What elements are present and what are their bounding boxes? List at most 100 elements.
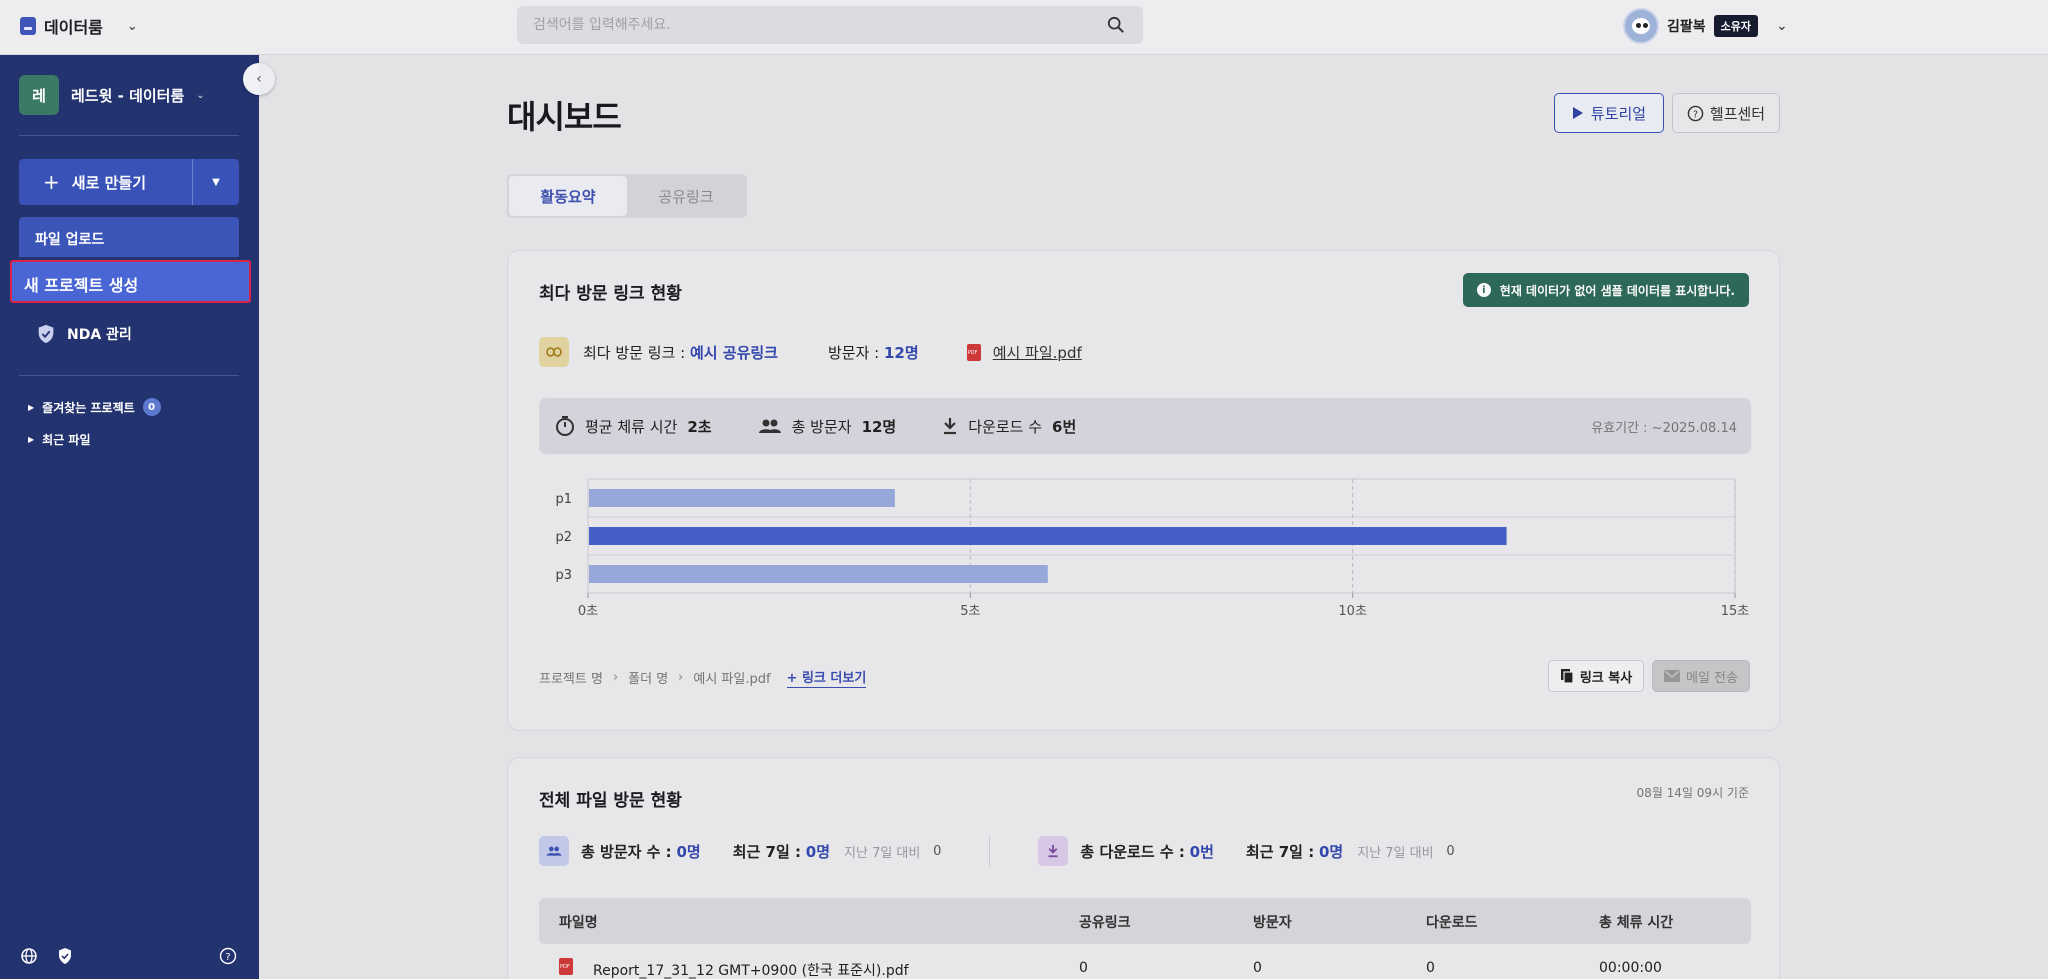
time-cell: 00:00:00 xyxy=(1599,960,1662,976)
shield-icon[interactable] xyxy=(56,947,74,965)
bar xyxy=(589,489,895,507)
app-name: 데이터룸 xyxy=(44,18,103,37)
new-button[interactable]: + 새로 만들기 xyxy=(19,159,193,205)
total-visitors-label: 총 방문자 수 : xyxy=(581,842,672,861)
chevron-down-icon[interactable]: ⌄ xyxy=(1776,18,1788,34)
menu-item-new-project[interactable]: 새 프로젝트 생성 xyxy=(10,260,251,303)
top-bar: 데이터룸 ⌄ 김팔복 소유자 ⌄ xyxy=(0,0,2048,55)
top-link-label: 최다 방문 링크 : xyxy=(583,343,686,362)
tutorial-label: 튜토리얼 xyxy=(1590,104,1647,123)
sidebar-item-favorites[interactable]: ▶ 즐겨찾는 프로젝트 0 xyxy=(28,398,161,416)
divider xyxy=(989,836,991,866)
visitors-cell: 0 xyxy=(1253,960,1262,976)
total-downloads-label: 총 다운로드 수 : xyxy=(1080,842,1185,861)
help-center-button[interactable]: ? 헬프센터 xyxy=(1672,93,1780,133)
chevron-left-icon: ‹ xyxy=(256,71,262,87)
app-switcher[interactable]: 데이터룸 ⌄ xyxy=(20,14,138,38)
recent7-downloads: 0명 xyxy=(1318,842,1344,861)
workspace-switcher[interactable]: 레 레드윗 - 데이터룸 ⌄ xyxy=(19,75,205,115)
x-tick-label: 15초 xyxy=(1721,604,1750,619)
download-icon xyxy=(944,418,957,435)
divider xyxy=(19,375,239,376)
valid-until: 유효기간 : ~2025.08.14 xyxy=(1591,420,1737,436)
search-box xyxy=(517,6,1143,44)
downloads-label: 다운로드 수 xyxy=(968,417,1043,436)
svg-text:?: ? xyxy=(1693,109,1698,120)
download-icon xyxy=(1038,836,1069,866)
link-icon xyxy=(539,337,569,367)
total-visitors-value: 0명 xyxy=(676,842,701,861)
user-menu[interactable]: 김팔복 소유자 ⌄ xyxy=(1623,8,1788,44)
shield-check-icon xyxy=(38,324,54,344)
sidebar-item-recent[interactable]: ▶ 최근 파일 xyxy=(28,431,91,448)
breadcrumb: 프로젝트 명 › 폴더 명 › 예시 파일.pdf + 링크 더보기 xyxy=(539,667,867,688)
menu-item-file-upload[interactable]: 파일 업로드 xyxy=(19,217,239,257)
avg-time-label: 평균 체류 시간 xyxy=(585,417,678,436)
breadcrumb-folder[interactable]: 폴더 명 xyxy=(628,668,668,687)
visit-time-bar-chart: 0초 5초 10초 15초 p1 p2 p3 xyxy=(555,478,1750,619)
send-mail-button[interactable]: 메일 전송 xyxy=(1652,660,1750,692)
chevron-down-icon: ⌄ xyxy=(196,89,205,101)
file-link[interactable]: 예시 파일.pdf xyxy=(993,342,1082,363)
more-links-button[interactable]: + 링크 더보기 xyxy=(786,667,867,688)
total-downloads-value: 0번 xyxy=(1189,842,1214,861)
globe-icon[interactable] xyxy=(20,947,38,965)
file-name-cell[interactable]: Report_17_31_12 GMT+0900 (한국 표준시).pdf xyxy=(593,960,909,979)
tab-bar: 활동요약 공유링크 xyxy=(507,174,747,218)
sidebar: 레 레드윗 - 데이터룸 ⌄ + 새로 만들기 ▼ 파일 업로드 새 프로젝트 … xyxy=(0,55,259,979)
total-visitors-value: 12명 xyxy=(861,417,897,436)
column-header[interactable]: 파일명 xyxy=(559,912,598,932)
column-header[interactable]: 총 체류 시간 xyxy=(1599,912,1673,932)
pdf-icon xyxy=(559,958,573,975)
column-header[interactable]: 다운로드 xyxy=(1426,912,1478,932)
total-visitors-stat: 총 방문자 12명 xyxy=(758,416,897,437)
card-title: 전체 파일 방문 현황 xyxy=(539,791,682,811)
prev7-visitors: 0 xyxy=(933,843,942,859)
search-input[interactable] xyxy=(533,6,1093,44)
notice-text: 현재 데이터가 없어 샘플 데이터를 표시합니다. xyxy=(1499,283,1735,298)
table-row[interactable]: Report_17_31_12 GMT+0900 (한국 표준시).pdf 0 … xyxy=(539,954,1751,979)
send-mail-label: 메일 전송 xyxy=(1686,670,1738,686)
chevron-down-icon: ⌄ xyxy=(126,18,138,34)
card-title: 최다 방문 링크 현황 xyxy=(539,284,682,304)
breadcrumb-project[interactable]: 프로젝트 명 xyxy=(539,668,603,687)
visitor-label: 방문자 : xyxy=(827,343,880,362)
sidebar-item-nda[interactable]: NDA 관리 xyxy=(35,323,132,345)
column-header[interactable]: 방문자 xyxy=(1253,912,1292,932)
column-header[interactable]: 공유링크 xyxy=(1079,912,1131,932)
help-center-label: 헬프센터 xyxy=(1709,104,1766,123)
page-title: 대시보드 xyxy=(507,98,622,136)
recent7-label: 최근 7일 : xyxy=(732,842,801,861)
category-label: p2 xyxy=(555,530,572,545)
stats-bar: 평균 체류 시간 2초 총 방문자 12명 다운로드 수 6번 유효기간 : ~… xyxy=(539,398,1751,454)
total-visitors-label: 총 방문자 xyxy=(791,417,852,436)
copy-link-button[interactable]: 링크 복사 xyxy=(1548,660,1644,692)
count-badge: 0 xyxy=(142,398,161,416)
help-icon[interactable]: ? xyxy=(219,947,237,965)
tutorial-button[interactable]: 튜토리얼 xyxy=(1554,93,1664,133)
top-link-value[interactable]: 예시 공유링크 xyxy=(690,342,778,363)
new-dropdown-toggle[interactable]: ▼ xyxy=(193,159,239,205)
sidebar-item-label: 최근 파일 xyxy=(42,433,91,447)
sidebar-item-label: NDA 관리 xyxy=(67,327,132,343)
divider xyxy=(19,135,239,136)
chevron-right-icon: › xyxy=(612,670,619,685)
top-link-summary: 최다 방문 링크 : 예시 공유링크 방문자 : 12명 예시 파일.pdf xyxy=(539,337,1082,367)
tab-activity-summary[interactable]: 활동요약 xyxy=(509,176,627,216)
mail-icon xyxy=(1664,670,1680,682)
bar xyxy=(589,565,1048,583)
top-link-card: 최다 방문 링크 현황 i 현재 데이터가 없어 샘플 데이터를 표시합니다. … xyxy=(507,250,1780,731)
links-cell: 0 xyxy=(1079,960,1088,976)
as-of-timestamp: 08월 14일 09시 기준 xyxy=(1636,786,1749,800)
new-button-group: + 새로 만들기 ▼ xyxy=(19,159,239,205)
breadcrumb-file[interactable]: 예시 파일.pdf xyxy=(693,668,770,687)
chevron-right-icon: › xyxy=(678,670,684,685)
tab-share-links[interactable]: 공유링크 xyxy=(627,176,745,216)
sidebar-footer: ? xyxy=(20,947,240,967)
help-circle-icon: ? xyxy=(1687,105,1704,121)
prev7-label: 지난 7일 대비 xyxy=(844,845,921,861)
search-icon[interactable] xyxy=(1107,16,1125,34)
x-tick-label: 5초 xyxy=(960,604,980,619)
avg-time-stat: 평균 체류 시간 2초 xyxy=(555,415,712,437)
sidebar-collapse-button[interactable]: ‹ xyxy=(243,63,275,95)
